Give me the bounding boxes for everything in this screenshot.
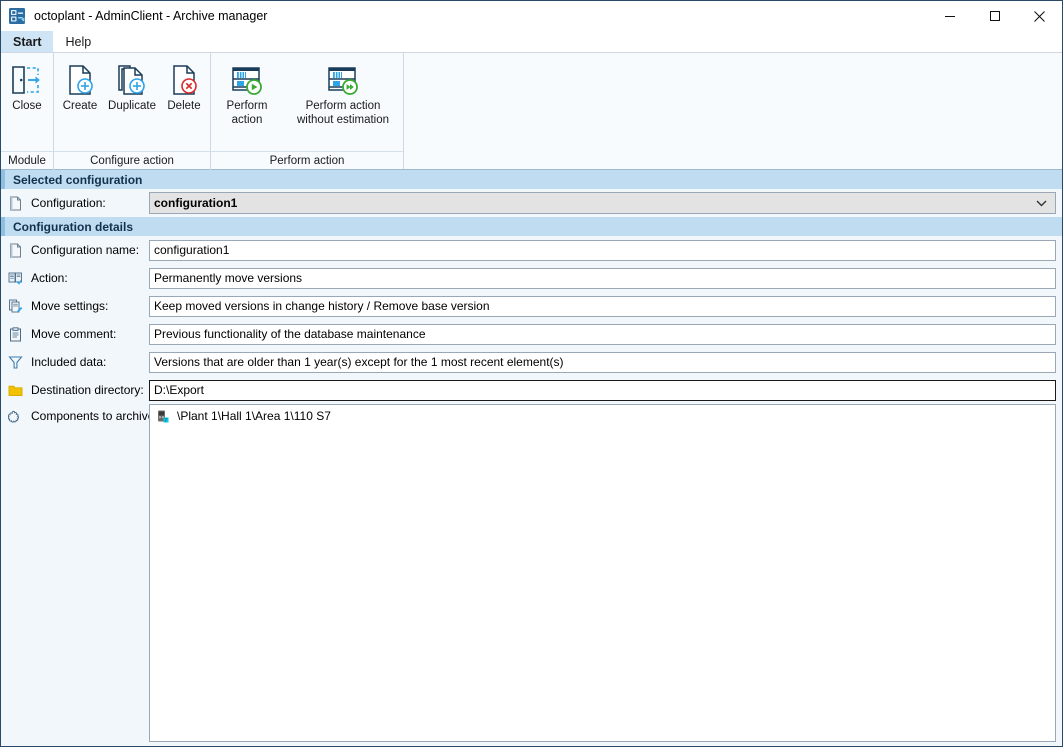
octoplant-app-icon [8,7,26,25]
page-icon [7,195,24,212]
configuration-name-label-text: Configuration name: [31,243,139,257]
funnel-icon [7,354,24,371]
included-data-label: Included data: [1,348,149,376]
duplicate-label: Duplicate [108,100,156,113]
move-comment-label-text: Move comment: [31,327,116,341]
page-delete-icon [167,61,201,99]
included-data-row: Included data: Versions that are older t… [1,348,1062,376]
selected-configuration-panel: Configuration: configuration1 [1,189,1062,217]
door-exit-icon [10,61,44,99]
folder-icon [7,382,24,399]
ribbon-group-perform-action-label: Perform action [211,151,403,170]
create-button[interactable]: Create [54,58,106,113]
create-label: Create [63,100,98,113]
configuration-select-row: Configuration: configuration1 [1,189,1062,217]
move-settings-label-text: Move settings: [31,299,108,313]
window-title: octoplant - AdminClient - Archive manage… [34,9,267,23]
archive-play-icon [229,61,265,99]
perform-action-label-line2: action [232,114,263,127]
perform-action-without-estimation-button[interactable]: Perform action without estimation [283,58,403,127]
tab-start[interactable]: Start [1,31,53,52]
s7-device-icon: 7 [155,408,171,424]
configuration-combobox[interactable]: configuration1 [149,192,1056,214]
close-button[interactable] [1017,1,1062,31]
ribbon-toolbar: Close Module [1,53,1062,170]
configuration-select-label: Configuration: [1,189,149,217]
title-bar: octoplant - AdminClient - Archive manage… [1,1,1062,31]
destination-directory-label-text: Destination directory: [31,383,144,397]
destination-directory-label: Destination directory: [1,376,149,404]
puzzle-piece-icon [7,409,24,426]
close-module-button[interactable]: Close [1,58,53,113]
ribbon-empty-space [403,53,1062,169]
delete-button[interactable]: Delete [158,58,210,113]
perform-action-label-line1: Perform [227,100,268,113]
configuration-name-input[interactable]: configuration1 [149,240,1056,261]
configuration-name-row: Configuration name: configuration1 [1,236,1062,264]
ribbon-group-configure-action: Create Duplicate [53,53,210,170]
ribbon-group-perform-action: Perform action [210,53,403,170]
list-item[interactable]: 7 \Plant 1\Hall 1\Area 1\110 S7 [150,405,1055,425]
destination-directory-input[interactable]: D:\Export [149,380,1056,401]
perform-action-without-estimation-label-line1: Perform action [306,100,381,113]
move-comment-input[interactable]: Previous functionality of the database m… [149,324,1056,345]
included-data-input[interactable]: Versions that are older than 1 year(s) e… [149,352,1056,373]
window-controls [927,1,1062,31]
move-comment-row: Move comment: Previous functionality of … [1,320,1062,348]
components-to-archive-label-text: Components to archive: [31,409,158,423]
perform-action-button[interactable]: Perform action [211,58,283,127]
components-to-archive-listbox[interactable]: 7 \Plant 1\Hall 1\Area 1\110 S7 [149,404,1056,742]
selected-configuration-header: Selected configuration [1,170,1062,189]
action-label: Action: [1,264,149,292]
move-settings-label: Move settings: [1,292,149,320]
configuration-details-header: Configuration details [1,217,1062,236]
list-item-text: \Plant 1\Hall 1\Area 1\110 S7 [177,409,331,423]
perform-action-without-estimation-label-line2: without estimation [297,114,389,127]
duplicate-button[interactable]: Duplicate [106,58,158,113]
configuration-details-panel: Configuration name: configuration1 [1,236,1062,746]
page-plus-icon [63,61,97,99]
tab-help[interactable]: Help [53,31,103,52]
components-to-archive-label: Components to archive: [1,404,149,432]
page-icon [7,242,24,259]
ribbon-group-module-label: Module [1,151,53,170]
configuration-name-label: Configuration name: [1,236,149,264]
destination-directory-row: Destination directory: D:\Export [1,376,1062,404]
delete-label: Delete [167,100,200,113]
archive-fastforward-icon [325,61,361,99]
move-settings-row: Move settings: Keep moved versions in ch… [1,292,1062,320]
close-module-label: Close [12,100,41,113]
pages-plus-icon [115,61,149,99]
chevron-down-icon[interactable] [1036,199,1047,207]
maximize-button[interactable] [972,1,1017,31]
archive-manager-window: octoplant - AdminClient - Archive manage… [0,0,1063,747]
svg-text:7: 7 [164,418,167,424]
minimize-button[interactable] [927,1,972,31]
move-comment-label: Move comment: [1,320,149,348]
clipboard-icon [7,326,24,343]
action-input[interactable]: Permanently move versions [149,268,1056,289]
book-list-icon [7,270,24,287]
ribbon-group-configure-action-label: Configure action [54,151,210,170]
action-row: Action: Permanently move versions [1,264,1062,292]
configuration-select-label-text: Configuration: [31,196,106,210]
move-settings-input[interactable]: Keep moved versions in change history / … [149,296,1056,317]
action-label-text: Action: [31,271,68,285]
components-to-archive-row: Components to archive: 7 \Plan [1,404,1062,746]
configuration-combobox-value: configuration1 [154,196,237,210]
ribbon-tabstrip: Start Help [1,31,1062,53]
copy-edit-icon [7,298,24,315]
included-data-label-text: Included data: [31,355,106,369]
ribbon-group-module: Close Module [1,53,53,170]
